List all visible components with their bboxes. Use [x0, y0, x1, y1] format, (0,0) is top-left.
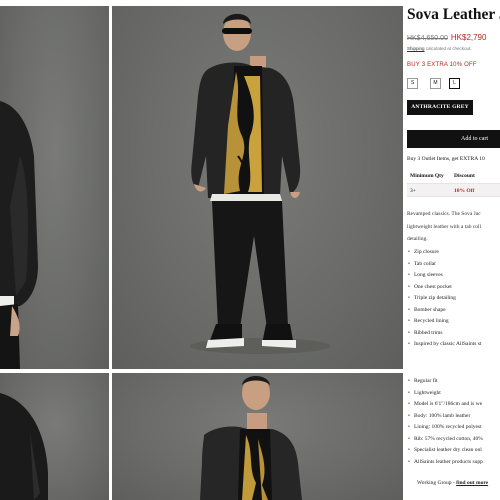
model-detail-figure	[0, 393, 48, 500]
detail-item: Specialist leather dry clean onl	[407, 445, 483, 457]
feature-item: Triple zip detailing	[407, 293, 481, 305]
row-discount: 10% Off	[454, 188, 475, 194]
model-side-figure	[0, 101, 38, 369]
size-option-s[interactable]: S	[407, 78, 418, 89]
feature-item: Recycled lining	[407, 316, 481, 328]
size-option-m[interactable]: M	[430, 78, 441, 89]
size-option-l[interactable]: L	[449, 78, 460, 89]
product-title: Sova Leather J	[407, 6, 500, 23]
description-line: lightweight leather with a tab coll	[407, 223, 482, 230]
product-image-main[interactable]	[112, 6, 403, 369]
detail-item: Regular fit	[407, 376, 483, 388]
product-image-4[interactable]	[112, 373, 403, 500]
header-discount: Discount	[454, 173, 475, 179]
detail-item: Rib: 57% recycled cotton, 40%	[407, 434, 483, 446]
price-block: HK$4,650.00 HK$2,790	[407, 33, 486, 42]
original-price: HK$4,650.00	[407, 35, 448, 42]
discount-table-header: Minimum Qty Discount	[407, 169, 500, 183]
detail-item: Model is 6'1"/186cm and is we	[407, 399, 483, 411]
feature-item: One chest pocket	[407, 282, 481, 294]
outlet-promo-text: Buy 3 Outlet Items, get EXTRA 10	[407, 156, 485, 162]
detail-item: Lining: 100% recycled polyest	[407, 422, 483, 434]
feature-item: Ribbed trims	[407, 328, 481, 340]
discount-table-row: 3+ 10% Off	[407, 183, 500, 197]
color-option-anthracite-grey[interactable]: ANTHRACITE GREY	[407, 100, 473, 115]
detail-item: Body: 100% lamb leather	[407, 411, 483, 423]
shipping-note-text: calculated at checkout.	[424, 46, 472, 51]
product-image-1[interactable]	[0, 6, 109, 369]
feature-item: Tab collar	[407, 259, 481, 271]
working-group-text: Working Group -	[417, 480, 457, 486]
feature-item: Long sleeves	[407, 270, 481, 282]
find-out-more-link[interactable]: find out more	[456, 480, 488, 486]
discount-table: Minimum Qty Discount 3+ 10% Off	[407, 169, 500, 197]
detail-item: Lightweight	[407, 388, 483, 400]
shipping-link[interactable]: Shipping	[407, 46, 425, 51]
product-image-3[interactable]	[0, 373, 109, 500]
details-subline: Working Group - find out more	[417, 480, 488, 486]
model-closeup-figure	[200, 376, 302, 500]
header-min-qty: Minimum Qty	[410, 173, 444, 179]
product-info-panel: Sova Leather J HK$4,650.00 HK$2,790 Shipp…	[407, 0, 500, 500]
feature-item: Inspired by classic AllSaints st	[407, 339, 482, 351]
sale-price: HK$2,790	[450, 33, 487, 42]
details-list: Regular fit Lightweight Model is 6'1"/18…	[407, 376, 483, 468]
detail-item: AllSaints leather products supp	[407, 457, 483, 469]
feature-item: Zip closure	[407, 247, 481, 259]
product-description: Revamped classics. The Sova Jac lightwei…	[407, 208, 500, 246]
row-qty: 3+	[410, 188, 416, 194]
description-line: detailing.	[407, 236, 428, 242]
model-figure	[190, 13, 330, 354]
add-to-cart-button[interactable]: Add to cart	[407, 130, 500, 148]
shipping-note: Shipping calculated at checkout.	[407, 46, 472, 51]
description-line: Revamped classics. The Sova Jac	[407, 211, 481, 217]
feature-list: Zip closure Tab collar Long sleeves One …	[407, 247, 482, 351]
promo-banner: BUY 3 EXTRA 10% OFF	[407, 62, 477, 68]
feature-item: Bomber shape	[407, 305, 481, 317]
